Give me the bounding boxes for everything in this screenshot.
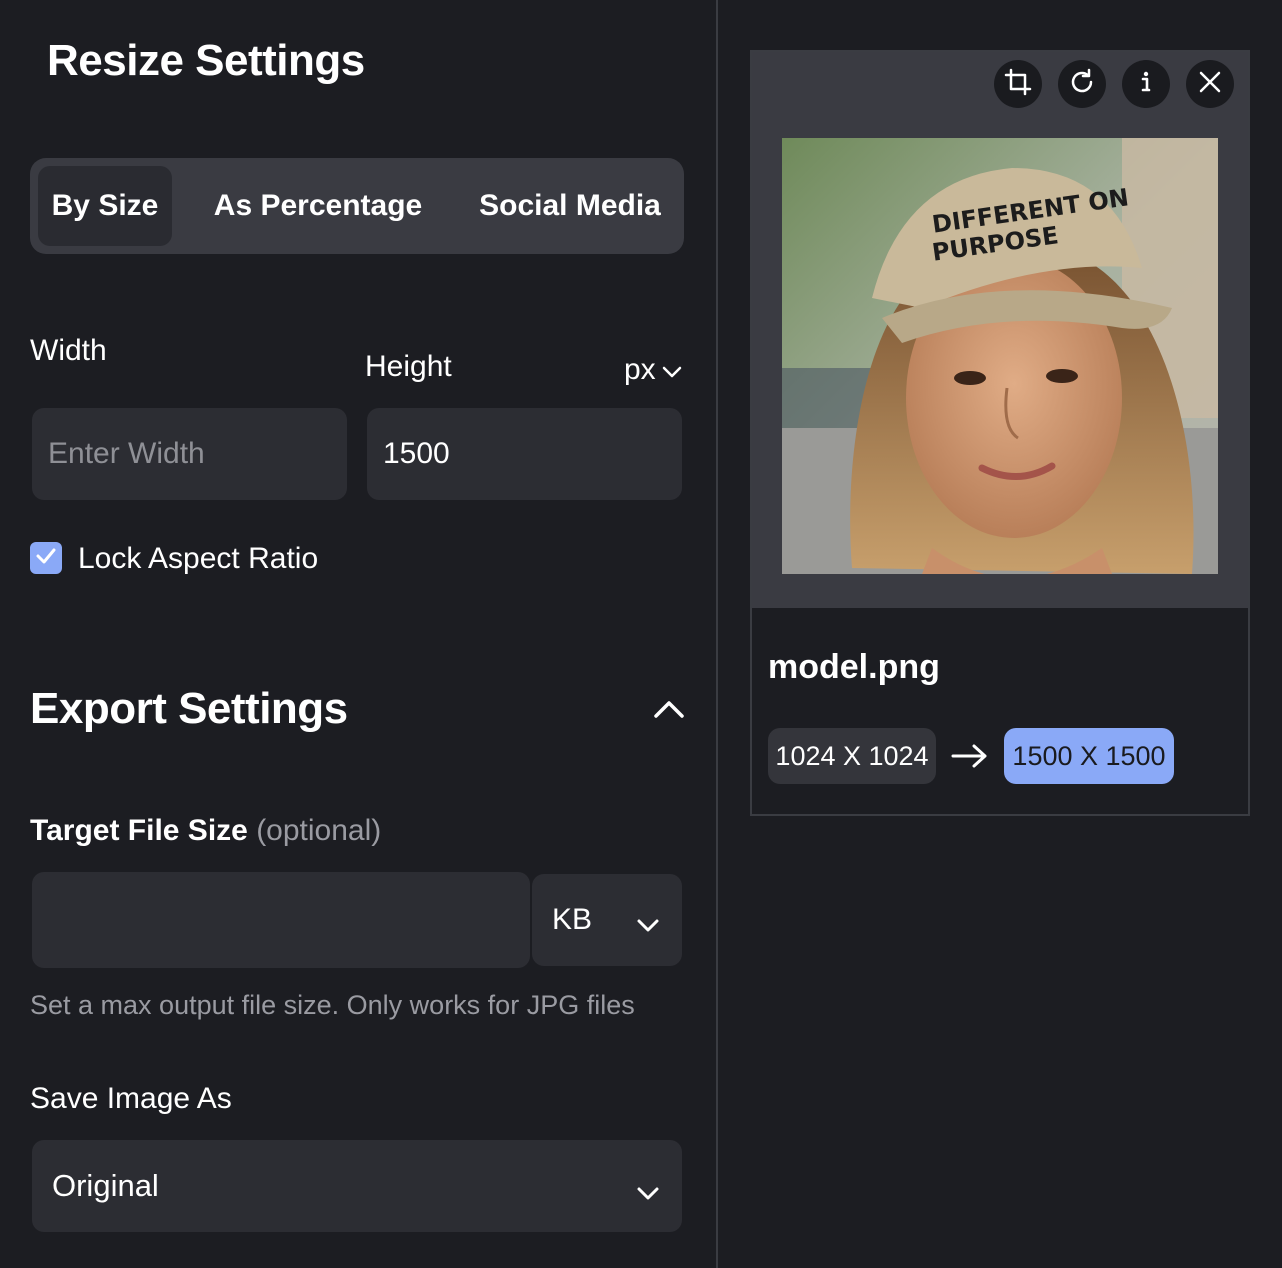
chevron-down-icon — [636, 1174, 660, 1210]
save-format-select[interactable]: Original — [32, 1140, 682, 1232]
file-size-unit-select[interactable]: KB — [532, 874, 682, 966]
original-size-badge: 1024 X 1024 — [768, 728, 936, 784]
collapse-button[interactable] — [650, 692, 688, 730]
unit-value: px — [624, 353, 656, 386]
width-label: Width — [30, 334, 107, 367]
tab-by-size[interactable]: By Size — [38, 166, 172, 246]
chevron-down-icon — [636, 908, 660, 942]
image-card: DIFFERENT ON PURPOSE model.png 1024 X 10… — [750, 50, 1250, 816]
arrow-right-icon — [950, 742, 990, 775]
chevron-down-icon — [662, 353, 682, 387]
file-size-helper-text: Set a max output file size. Only works f… — [30, 990, 635, 1020]
file-size-unit-value: KB — [552, 903, 593, 936]
unit-select[interactable]: px — [624, 350, 688, 390]
height-label: Height — [365, 350, 452, 383]
target-file-size-label: Target File Size (optional) — [30, 814, 381, 848]
chevron-up-icon — [653, 699, 685, 724]
rotate-icon — [1068, 68, 1096, 101]
optional-hint: (optional) — [256, 814, 382, 847]
width-input[interactable] — [32, 408, 347, 500]
height-input[interactable]: 1500 — [367, 408, 682, 500]
preview-panel: DIFFERENT ON PURPOSE model.png 1024 X 10… — [718, 0, 1282, 1268]
new-size-badge: 1500 X 1500 — [1004, 728, 1174, 784]
close-button[interactable] — [1186, 60, 1234, 108]
rotate-button[interactable] — [1058, 60, 1106, 108]
crop-button[interactable] — [994, 60, 1042, 108]
resize-mode-tabs: By Size As Percentage Social Media — [30, 158, 684, 254]
preview-image: DIFFERENT ON PURPOSE — [782, 138, 1218, 574]
height-value: 1500 — [383, 437, 450, 470]
lock-aspect-label[interactable]: Lock Aspect Ratio — [78, 542, 318, 576]
checkmark-icon — [35, 547, 57, 570]
image-preview-area: DIFFERENT ON PURPOSE — [752, 52, 1248, 608]
save-format-value: Original — [52, 1168, 159, 1203]
crop-icon — [1004, 68, 1032, 101]
close-icon — [1198, 70, 1222, 99]
file-name: model.png — [768, 648, 940, 686]
info-icon — [1132, 68, 1160, 101]
resize-settings-panel: Resize Settings By Size As Percentage So… — [0, 0, 716, 1268]
tab-as-percentage[interactable]: As Percentage — [198, 166, 438, 246]
export-settings-title: Export Settings — [30, 684, 348, 733]
page-title: Resize Settings — [47, 36, 365, 85]
save-as-label: Save Image As — [30, 1082, 232, 1115]
target-file-size-input[interactable] — [32, 872, 530, 968]
lock-aspect-checkbox[interactable] — [30, 542, 62, 574]
target-file-size-text: Target File Size — [30, 814, 248, 847]
info-button[interactable] — [1122, 60, 1170, 108]
tab-social-media[interactable]: Social Media — [466, 166, 674, 246]
